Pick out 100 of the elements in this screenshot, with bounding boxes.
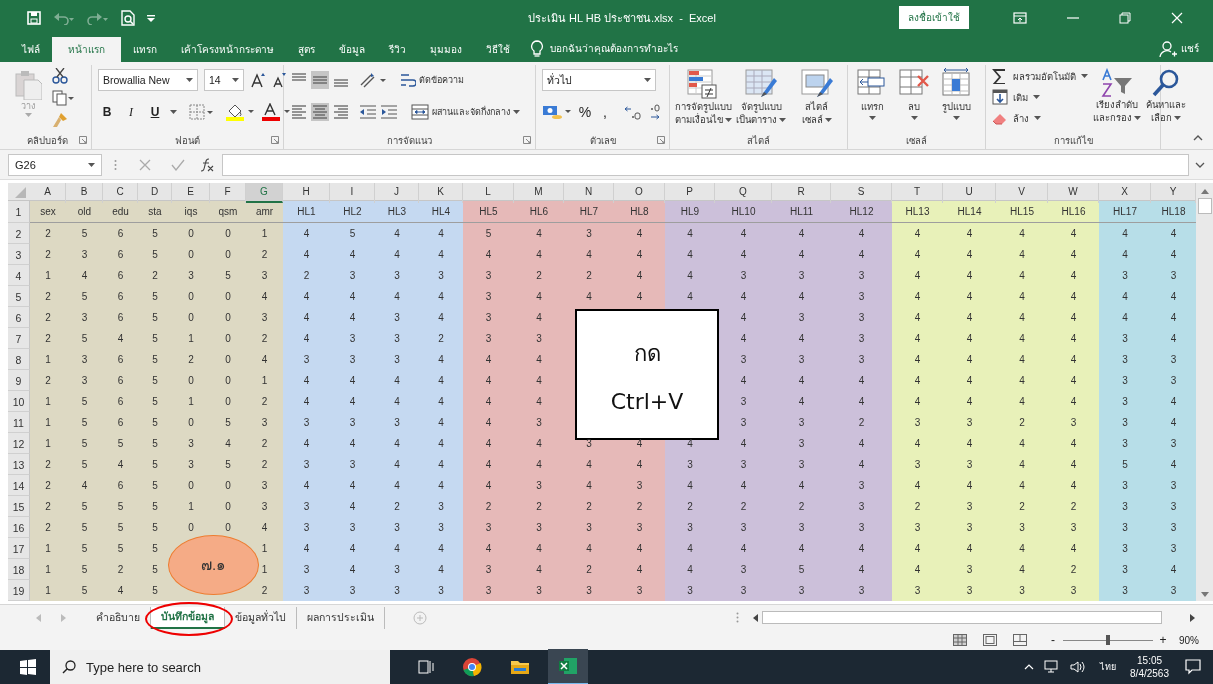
chrome-icon[interactable] [462,657,482,677]
ribbon-tab[interactable]: วิธีใช้ [474,37,522,62]
speaker-icon[interactable] [1070,660,1087,674]
scroll-up-icon[interactable] [1200,189,1209,194]
row-header[interactable]: 7 [8,328,30,349]
italic-button[interactable]: I [122,104,140,120]
currency-icon[interactable] [542,103,572,121]
ribbon-display-icon[interactable] [1013,11,1027,24]
task-view-icon[interactable] [418,660,434,674]
zoom-in-button[interactable]: + [1157,633,1169,647]
shrink-font-icon[interactable] [272,72,286,88]
insert-function-icon[interactable] [200,157,214,172]
align-right-icon[interactable] [332,103,350,121]
notification-icon[interactable] [1185,659,1201,675]
style-gallery-button[interactable]: จัดรูปแบบ เป็นตาราง [736,68,786,126]
scroll-thumb[interactable] [762,611,1162,624]
enter-icon[interactable] [171,158,185,171]
row-header[interactable]: 8 [8,349,30,370]
dialog-launcher-icon[interactable] [523,136,531,144]
font-color-icon[interactable] [261,103,291,121]
ribbon-tab[interactable]: แทรก [121,37,169,62]
style-gallery-button[interactable]: สไตล์ เซลล์ [792,68,841,126]
network-icon[interactable] [1044,660,1061,674]
taskbar-search-field[interactable]: Type here to search [84,650,390,684]
borders-icon[interactable] [189,104,213,120]
split-handle-icon[interactable] [736,612,739,623]
zoom-slider-thumb[interactable] [1106,635,1110,645]
row-header[interactable]: 5 [8,286,30,307]
sheet-tab[interactable]: บันทึกข้อมูล [151,606,225,629]
comma-button[interactable]: , [598,104,612,120]
row-header[interactable]: 18 [8,559,30,580]
clock-time[interactable]: 15:05 [1137,654,1163,667]
font-name-dropdown[interactable]: Browallia New [98,69,198,91]
middle-align-icon[interactable] [311,71,329,89]
ribbon-tab[interactable]: มุมมอง [418,37,474,62]
row-header[interactable]: 15 [8,496,30,517]
sheet-tab[interactable]: ข้อมูลทั่วไป [225,606,297,629]
collapse-ribbon-icon[interactable] [1193,135,1203,141]
row-header[interactable]: 1 [8,201,30,223]
normal-view-icon[interactable] [953,634,967,646]
print-preview-icon[interactable] [121,9,135,26]
dialog-launcher-icon[interactable] [657,136,665,144]
copy-icon[interactable] [52,90,74,106]
underline-button[interactable]: U [146,105,164,119]
cells-button[interactable]: แทรก [854,68,890,120]
wrap-text-button[interactable]: ตัดข้อความ [400,72,464,88]
percent-button[interactable]: % [578,104,592,120]
ribbon-tab[interactable]: หน้าแรก [52,37,121,62]
increase-indent-icon[interactable] [380,104,398,120]
row-header[interactable]: 13 [8,454,30,475]
page-break-icon[interactable] [1013,634,1027,646]
row-header[interactable]: 4 [8,265,30,286]
row-header[interactable]: 6 [8,307,30,328]
input-language[interactable]: ไทย [1100,660,1117,674]
fill-color-icon[interactable] [225,103,255,121]
align-left-icon[interactable] [290,103,308,121]
bold-button[interactable]: B [98,105,116,119]
name-box[interactable]: G26 [8,153,102,176]
cancel-icon[interactable] [139,158,151,171]
scroll-left-icon[interactable] [753,613,758,622]
row-header[interactable]: 14 [8,475,30,496]
scroll-down-icon[interactable] [1200,592,1209,597]
increase-decimal-icon[interactable] [624,104,642,120]
clock-date[interactable]: 8/4/2563 [1130,667,1169,680]
spreadsheet-app-icon[interactable] [548,649,588,684]
editing-button[interactable]: เรียงลำดับ และกรอง [1094,68,1140,124]
scissors-icon[interactable] [52,68,68,84]
person-add-icon[interactable] [1159,39,1177,58]
chevron-up-icon[interactable] [1024,664,1035,670]
row-header[interactable]: 10 [8,391,30,412]
page-layout-icon[interactable] [983,634,997,646]
tell-me-search[interactable]: บอกฉันว่าคุณต้องการทำอะไร [550,41,678,56]
row-header[interactable]: 19 [8,580,30,601]
cells-button[interactable]: รูปแบบ [938,68,974,120]
ribbon-tab[interactable]: รีวิว [377,37,418,62]
expand-formula-icon[interactable] [1195,161,1205,168]
scroll-right-icon[interactable] [1190,613,1195,622]
cells-button[interactable]: ลบ [896,68,932,120]
merge-center-button[interactable]: ผสานและจัดกึ่งกลาง [411,104,520,120]
close-icon[interactable] [1171,11,1183,24]
restore-icon[interactable] [1119,11,1131,24]
row-header[interactable]: 17 [8,538,30,559]
scroll-thumb[interactable] [1197,198,1212,214]
dialog-launcher-icon[interactable] [79,136,87,144]
number-format-dropdown[interactable]: ทั่วไป [542,69,656,91]
zoom-level[interactable]: 90% [1179,634,1199,646]
editing-button[interactable]: ค้นหาและ เลือก [1146,68,1186,124]
editing-button[interactable]: ผลรวมอัตโนมัติ [992,68,1088,84]
editing-button[interactable]: ล้าง [992,110,1088,126]
align-center-icon[interactable] [311,103,329,121]
undo-icon[interactable] [53,10,75,25]
column-header[interactable]: G [246,183,283,203]
row-header[interactable]: 16 [8,517,30,538]
redo-icon[interactable] [87,10,109,25]
row-header[interactable]: 11 [8,412,30,433]
row-header[interactable]: 3 [8,244,30,265]
ribbon-tab[interactable]: สูตร [286,37,327,62]
share-button[interactable]: แชร์ [1181,41,1199,56]
style-gallery-button[interactable]: การจัดรูปแบบ ตามเงื่อนไข [676,68,730,126]
editing-button[interactable]: เติม [992,89,1088,105]
